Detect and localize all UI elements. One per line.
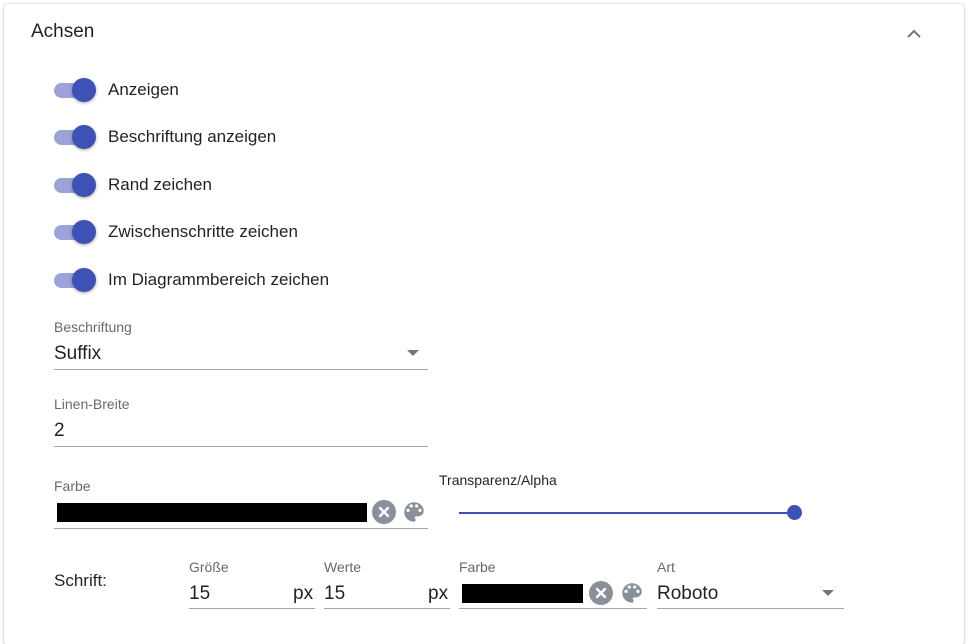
- farbe-label: Farbe: [54, 478, 91, 494]
- linien-breite-input[interactable]: 2: [54, 420, 65, 442]
- switch[interactable]: [50, 122, 98, 152]
- beschriftung-label: Beschriftung: [54, 319, 132, 335]
- toggle-beschriftung-anzeigen[interactable]: Beschriftung anzeigen: [50, 122, 276, 152]
- close-icon: [378, 506, 390, 518]
- color-swatch[interactable]: [57, 503, 367, 522]
- werte-label: Werte: [324, 559, 362, 575]
- groesse-label: Größe: [189, 559, 229, 575]
- switch[interactable]: [50, 265, 98, 295]
- linien-breite-label: Linen-Breite: [54, 396, 130, 412]
- schrift-clear-color-button[interactable]: [589, 581, 613, 605]
- toggle-label: Rand zeichen: [108, 175, 212, 194]
- transparenz-slider-thumb[interactable]: [787, 505, 802, 520]
- toggle-label: Zwischenschritte zeichen: [108, 222, 298, 241]
- switch[interactable]: [50, 75, 98, 105]
- groesse-unit: px: [293, 583, 314, 604]
- toggle-rand-zeichen[interactable]: Rand zeichen: [50, 170, 212, 200]
- werte-input[interactable]: 15: [324, 583, 345, 605]
- beschriftung-select[interactable]: Suffix: [54, 343, 101, 365]
- schrift-label: Schrift:: [54, 571, 107, 590]
- groesse-input[interactable]: 15: [189, 583, 210, 605]
- collapse-button[interactable]: [900, 20, 928, 48]
- chevron-down-icon[interactable]: [822, 590, 834, 596]
- toggle-label: Beschriftung anzeigen: [108, 127, 277, 146]
- transparenz-label: Transparenz/Alpha: [439, 472, 557, 488]
- art-select[interactable]: Roboto: [657, 583, 718, 605]
- toggle-zwischenschritte-zeichen[interactable]: Zwischenschritte zeichen: [50, 217, 298, 247]
- palette-icon: [404, 502, 424, 522]
- toggle-label: Im Diagrammbereich zeichen: [108, 270, 330, 289]
- werte-underline: [324, 608, 450, 609]
- groesse-underline: [189, 608, 315, 609]
- palette-icon: [622, 583, 642, 603]
- toggle-label: Anzeigen: [108, 80, 179, 99]
- toggle-anzeigen[interactable]: Anzeigen: [50, 75, 179, 105]
- linien-breite-underline: [54, 446, 428, 447]
- werte-unit: px: [428, 583, 449, 604]
- switch[interactable]: [50, 217, 98, 247]
- chevron-up-icon: [907, 29, 921, 38]
- switch[interactable]: [50, 170, 98, 200]
- schrift-palette-button[interactable]: [619, 580, 645, 606]
- toggle-im-diagrammbereich-zeichen[interactable]: Im Diagrammbereich zeichen: [50, 265, 329, 295]
- chevron-down-icon[interactable]: [407, 350, 419, 356]
- art-underline: [657, 608, 844, 609]
- schrift-farbe-underline: [459, 608, 647, 609]
- clear-color-button[interactable]: [372, 500, 396, 524]
- section-title: Achsen: [31, 21, 95, 42]
- palette-button[interactable]: [401, 499, 427, 525]
- transparenz-slider-track[interactable]: [459, 512, 795, 514]
- art-label: Art: [657, 559, 675, 575]
- schrift-color-swatch[interactable]: [462, 584, 583, 603]
- farbe-underline: [54, 528, 428, 529]
- schrift-farbe-label: Farbe: [459, 559, 496, 575]
- beschriftung-underline: [54, 369, 428, 370]
- close-icon: [595, 587, 607, 599]
